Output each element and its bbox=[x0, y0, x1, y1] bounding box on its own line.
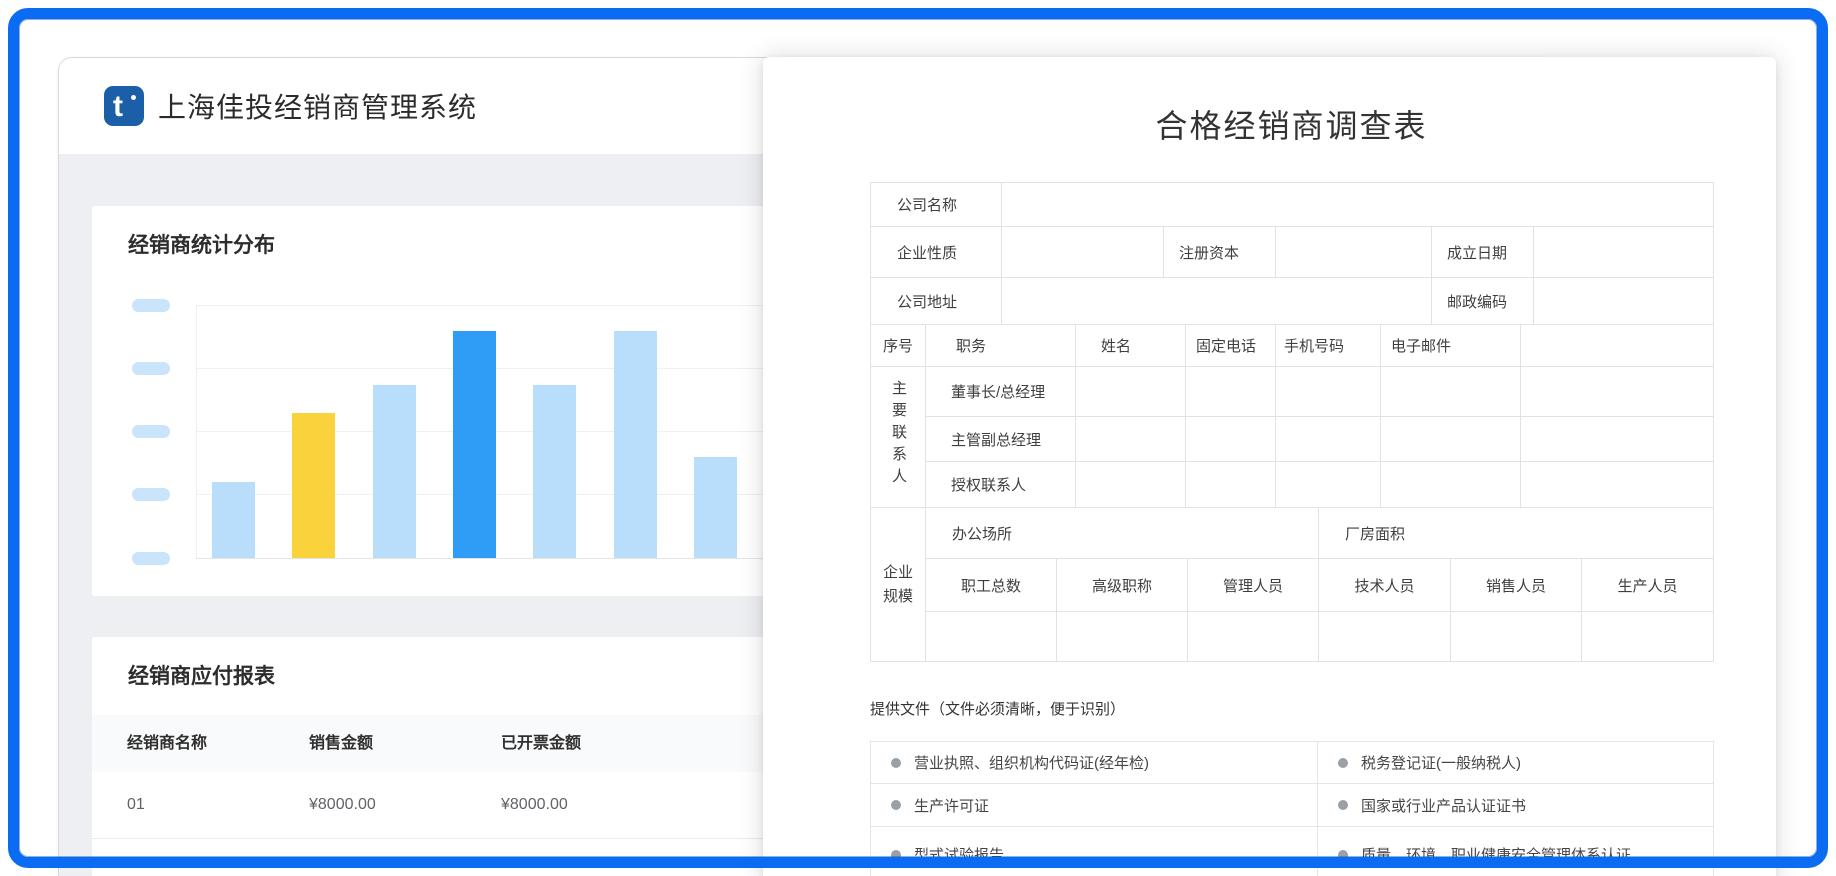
document-item: 国家或行业产品认证证书 bbox=[1318, 784, 1714, 827]
bullet-icon bbox=[1338, 850, 1348, 860]
field-contact-name bbox=[1076, 367, 1186, 417]
field-company-name bbox=[1002, 183, 1714, 227]
bullet-icon bbox=[1338, 800, 1348, 810]
cell-invoiced-amount: ¥8000.00 bbox=[501, 772, 568, 838]
app-title: 上海佳投经销商管理系统 bbox=[158, 86, 477, 126]
field-contact-landline bbox=[1186, 417, 1276, 462]
label-plant-area: 厂房面积 bbox=[1319, 508, 1714, 559]
field-staff-count bbox=[1188, 612, 1319, 662]
group-label-enterprise-scale: 企业规模 bbox=[871, 508, 926, 662]
axis-tick-pill bbox=[132, 299, 170, 312]
header-total-staff: 职工总数 bbox=[926, 559, 1057, 612]
role-chairman: 董事长/总经理 bbox=[926, 367, 1076, 417]
column-header: 销售金额 bbox=[309, 715, 373, 772]
field-company-nature bbox=[1002, 227, 1164, 278]
field-contact-name bbox=[1076, 462, 1186, 508]
field-founded-date bbox=[1534, 227, 1714, 278]
label-company-address: 公司地址 bbox=[871, 278, 1002, 325]
role-authorized-contact: 授权联系人 bbox=[926, 462, 1076, 508]
header-seq: 序号 bbox=[871, 325, 926, 367]
column-header: 经销商名称 bbox=[127, 715, 207, 772]
field-contact-blank bbox=[1521, 367, 1714, 417]
app-logo-icon: t bbox=[104, 86, 144, 126]
bullet-icon bbox=[891, 758, 901, 768]
field-staff-count bbox=[1319, 612, 1451, 662]
document-item: 税务登记证(一般纳税人) bbox=[1318, 742, 1714, 784]
enterprise-scale-table: 企业规模 办公场所 厂房面积 职工总数 高级职称 管理人员 技术人员 销售人员 … bbox=[870, 507, 1714, 662]
label-office-premises: 办公场所 bbox=[926, 508, 1319, 559]
field-contact-mobile bbox=[1276, 367, 1381, 417]
header-email: 电子邮件 bbox=[1381, 325, 1521, 367]
field-contact-blank bbox=[1521, 462, 1714, 508]
y-axis-line bbox=[196, 305, 197, 558]
axis-tick-pill bbox=[132, 488, 170, 501]
axis-tick-pill bbox=[132, 552, 170, 565]
bullet-icon bbox=[1338, 758, 1348, 768]
document-item: 型式试验报告 bbox=[871, 827, 1318, 876]
label-company-nature: 企业性质 bbox=[871, 227, 1002, 278]
field-contact-landline bbox=[1186, 367, 1276, 417]
header-technical: 技术人员 bbox=[1319, 559, 1451, 612]
documents-label: 提供文件（文件必须清晰，便于识别） bbox=[870, 698, 1125, 719]
field-contact-name bbox=[1076, 417, 1186, 462]
header-mobile: 手机号码 bbox=[1276, 325, 1381, 367]
logo-dot bbox=[131, 95, 136, 100]
field-contact-mobile bbox=[1276, 417, 1381, 462]
label-reg-capital: 注册资本 bbox=[1164, 227, 1276, 278]
cell-sales-amount: ¥8000.00 bbox=[309, 772, 376, 838]
bar-category-2 bbox=[292, 413, 335, 558]
cell-dealer-name: 01 bbox=[127, 772, 145, 838]
header-management: 管理人员 bbox=[1188, 559, 1319, 612]
company-info-table: 公司名称 企业性质 注册资本 成立日期 公司地址 邮政编码 bbox=[870, 182, 1714, 325]
document-item: 质量、环境、职业健康安全管理体系认证 bbox=[1318, 827, 1714, 876]
axis-tick-pill bbox=[132, 425, 170, 438]
label-company-name: 公司名称 bbox=[871, 183, 1002, 227]
field-contact-blank bbox=[1521, 417, 1714, 462]
field-staff-count bbox=[1057, 612, 1188, 662]
header-name: 姓名 bbox=[1076, 325, 1186, 367]
documents-grid: 营业执照、组织机构代码证(经年检) 税务登记证(一般纳税人) 生产许可证 国家或… bbox=[870, 741, 1713, 876]
header-blank bbox=[1521, 325, 1714, 367]
survey-panel: 合格经销商调查表 公司名称 企业性质 注册资本 成立日期 公司地 bbox=[763, 57, 1776, 876]
label-founded-date: 成立日期 bbox=[1432, 227, 1534, 278]
bullet-icon bbox=[891, 850, 901, 860]
column-header: 已开票金额 bbox=[501, 715, 581, 772]
header-senior-titles: 高级职称 bbox=[1057, 559, 1188, 612]
survey-title: 合格经销商调查表 bbox=[870, 101, 1713, 147]
logo-letter: t bbox=[113, 88, 123, 126]
group-label-main-contacts: 主要联系人 bbox=[871, 367, 926, 508]
header-position: 职务 bbox=[926, 325, 1076, 367]
field-contact-email bbox=[1381, 367, 1521, 417]
bar-category-4 bbox=[453, 331, 496, 558]
field-staff-count bbox=[1582, 612, 1714, 662]
bar-category-5 bbox=[533, 385, 576, 558]
field-reg-capital bbox=[1276, 227, 1432, 278]
header-landline: 固定电话 bbox=[1186, 325, 1276, 367]
bullet-icon bbox=[891, 800, 901, 810]
field-staff-count bbox=[926, 612, 1057, 662]
screenshot-root: t 上海佳投经销商管理系统 经销商统计分布 经销商应付报表 经销商名称 销售金额… bbox=[0, 0, 1836, 876]
field-company-address bbox=[1002, 278, 1432, 325]
bar-category-7 bbox=[694, 457, 737, 558]
header-production: 生产人员 bbox=[1582, 559, 1714, 612]
field-contact-email bbox=[1381, 417, 1521, 462]
survey-form: 公司名称 企业性质 注册资本 成立日期 公司地址 邮政编码 bbox=[870, 183, 1713, 662]
field-postcode bbox=[1534, 278, 1714, 325]
axis-tick-pill bbox=[132, 362, 170, 375]
bar-category-1 bbox=[212, 482, 255, 558]
contacts-table: 序号 职务 姓名 固定电话 手机号码 电子邮件 主要联系人 董事长/总经理 主管… bbox=[870, 324, 1714, 508]
bar-category-6 bbox=[614, 331, 657, 558]
document-item: 营业执照、组织机构代码证(经年检) bbox=[871, 742, 1318, 784]
bar-category-3 bbox=[373, 385, 416, 558]
field-contact-email bbox=[1381, 462, 1521, 508]
header-sales: 销售人员 bbox=[1451, 559, 1582, 612]
label-postcode: 邮政编码 bbox=[1432, 278, 1534, 325]
role-deputy-gm: 主管副总经理 bbox=[926, 417, 1076, 462]
field-contact-landline bbox=[1186, 462, 1276, 508]
payables-title: 经销商应付报表 bbox=[128, 660, 275, 690]
field-contact-mobile bbox=[1276, 462, 1381, 508]
document-item: 生产许可证 bbox=[871, 784, 1318, 827]
field-staff-count bbox=[1451, 612, 1582, 662]
